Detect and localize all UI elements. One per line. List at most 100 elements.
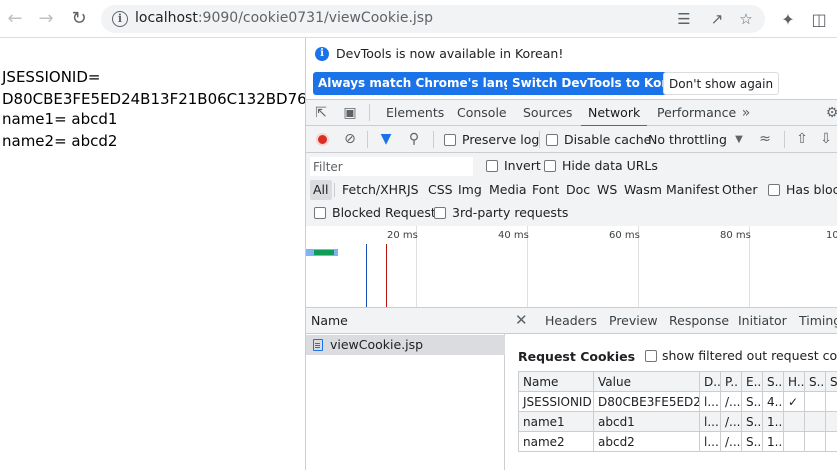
side-panel-icon[interactable]: ◫ bbox=[809, 9, 829, 29]
chevron-down-icon[interactable]: ▼ bbox=[729, 129, 749, 149]
tab-elements[interactable]: Elements bbox=[386, 100, 444, 126]
request-cookies-title: Request Cookies bbox=[518, 349, 636, 364]
cookie-row[interactable]: JSESSIONIDD80CBE3FE5ED2...l.../...S...4.… bbox=[518, 391, 837, 412]
device-toolbar-icon[interactable]: ▣ bbox=[340, 103, 360, 123]
filter-funnel-icon[interactable]: ▼ bbox=[376, 129, 396, 149]
url-host: localhost bbox=[135, 10, 198, 26]
timeline-tick-label: 60 ms bbox=[609, 230, 640, 241]
tab-initiator[interactable]: Initiator bbox=[738, 308, 787, 334]
share-icon[interactable]: ↗ bbox=[707, 9, 727, 29]
cookie-cell: l... bbox=[699, 431, 721, 452]
column-header[interactable]: Value bbox=[593, 371, 700, 392]
extensions-icon[interactable]: ✦ bbox=[778, 9, 798, 29]
import-har-icon[interactable]: ⇧ bbox=[792, 129, 812, 149]
column-header[interactable]: E.. bbox=[741, 371, 763, 392]
cookie-cell bbox=[783, 411, 805, 432]
divider bbox=[784, 131, 785, 148]
hide-data-urls-checkbox[interactable] bbox=[544, 160, 556, 172]
cookie-cell: name2 bbox=[518, 431, 594, 452]
network-overview-timeline[interactable]: 20 ms 40 ms 60 ms 80 ms 100 bbox=[306, 226, 837, 308]
inspect-element-icon[interactable]: ⇱ bbox=[311, 103, 331, 123]
dont-show-button[interactable]: Don't show again bbox=[663, 72, 780, 95]
cookie-cell: l... bbox=[699, 391, 721, 412]
disable-cache-checkbox[interactable] bbox=[546, 134, 558, 146]
type-filter-img[interactable]: Img bbox=[455, 180, 485, 200]
export-har-icon[interactable]: ⇩ bbox=[816, 129, 836, 149]
type-filter-css[interactable]: CSS bbox=[425, 180, 456, 200]
star-icon[interactable]: ☆ bbox=[736, 9, 756, 29]
request-detail-pane: ✕ Headers Preview Response Initiator Tim… bbox=[505, 308, 837, 470]
search-icon[interactable]: ⚲ bbox=[404, 129, 424, 149]
request-row[interactable]: viewCookie.jsp bbox=[306, 335, 505, 355]
column-header[interactable]: D.. bbox=[699, 371, 721, 392]
devtools-tabbar: ⇱ ▣ Elements Console Sources Network Per… bbox=[306, 99, 837, 127]
cookie-cell bbox=[783, 431, 805, 452]
language-infobar: i DevTools is now available in Korean! A… bbox=[306, 38, 837, 100]
settings-gear-icon[interactable]: ⚙ bbox=[822, 103, 837, 123]
tab-headers[interactable]: Headers bbox=[545, 308, 597, 334]
name-column-header[interactable]: Name bbox=[306, 308, 505, 334]
type-filter-other[interactable]: Other bbox=[719, 180, 761, 200]
tab-response[interactable]: Response bbox=[669, 308, 729, 334]
network-conditions-icon[interactable]: ≈ bbox=[755, 129, 775, 149]
divider bbox=[433, 131, 434, 148]
cookie-cell: /... bbox=[720, 431, 742, 452]
blocked-requests-checkbox[interactable] bbox=[314, 207, 326, 219]
back-icon[interactable]: ← bbox=[4, 8, 26, 30]
show-filtered-checkbox[interactable] bbox=[645, 350, 657, 362]
cookie-cell: /... bbox=[720, 411, 742, 432]
type-filter-manifest[interactable]: Manifest bbox=[663, 180, 722, 200]
tab-timing[interactable]: Timing bbox=[799, 308, 837, 334]
third-party-label: 3rd-party requests bbox=[452, 205, 569, 220]
type-filter-media[interactable]: Media bbox=[486, 180, 530, 200]
record-stop-icon[interactable] bbox=[312, 129, 332, 149]
clear-icon[interactable]: ⊘ bbox=[340, 129, 360, 149]
url-text[interactable]: localhost:9090/cookie0731/viewCookie.jsp bbox=[135, 10, 433, 26]
timeline-tick-label: 100 bbox=[826, 230, 837, 241]
type-filter-doc[interactable]: Doc bbox=[563, 180, 593, 200]
translate-icon[interactable]: ☰ bbox=[674, 9, 694, 29]
reload-icon[interactable]: ↻ bbox=[68, 8, 90, 30]
invert-checkbox[interactable] bbox=[486, 160, 498, 172]
tab-console[interactable]: Console bbox=[457, 100, 507, 126]
address-bar[interactable]: i localhost:9090/cookie0731/viewCookie.j… bbox=[101, 5, 765, 33]
has-blocked-label: Has blocked bbox=[786, 182, 837, 197]
info-icon[interactable]: i bbox=[112, 11, 128, 27]
column-header[interactable]: P.. bbox=[720, 371, 742, 392]
column-header[interactable]: S.. bbox=[762, 371, 784, 392]
type-filter-wasm[interactable]: Wasm bbox=[621, 180, 665, 200]
tab-sources[interactable]: Sources bbox=[523, 100, 572, 126]
throttling-select[interactable]: No throttling bbox=[648, 132, 727, 147]
type-filter-fetch-xhr[interactable]: Fetch/XHR bbox=[339, 180, 410, 200]
tab-performance[interactable]: Performance bbox=[657, 100, 736, 126]
type-filter-js[interactable]: JS bbox=[404, 180, 422, 200]
forward-icon[interactable]: → bbox=[35, 8, 57, 30]
cookie-cell: JSESSIONID bbox=[518, 391, 594, 412]
filter-input[interactable] bbox=[310, 157, 473, 176]
devtools-panel: i DevTools is now available in Korean! A… bbox=[305, 38, 837, 470]
third-party-checkbox[interactable] bbox=[434, 207, 446, 219]
cookie-cell bbox=[804, 391, 826, 412]
cookie-row[interactable]: name2abcd2l.../...S...1... bbox=[518, 431, 837, 452]
type-filter-all[interactable]: All bbox=[310, 180, 332, 200]
cookie-cell: S... bbox=[741, 391, 763, 412]
divider bbox=[334, 183, 335, 197]
more-tabs-icon[interactable]: » bbox=[736, 103, 756, 123]
close-icon[interactable]: ✕ bbox=[515, 311, 528, 329]
info-circle-icon: i bbox=[315, 47, 329, 61]
infobar-message: DevTools is now available in Korean! bbox=[336, 46, 564, 61]
document-icon bbox=[313, 339, 323, 351]
preserve-log-checkbox[interactable] bbox=[444, 134, 456, 146]
type-filter-ws[interactable]: WS bbox=[594, 180, 620, 200]
type-filter-font[interactable]: Font bbox=[529, 180, 562, 200]
tab-network[interactable]: Network bbox=[580, 100, 648, 127]
column-header[interactable]: S.. bbox=[825, 371, 837, 392]
column-header[interactable]: H.. bbox=[783, 371, 805, 392]
cookie-cell: S... bbox=[741, 431, 763, 452]
column-header[interactable]: S.. bbox=[804, 371, 826, 392]
network-toolbar: ⊘ ▼ ⚲ Preserve log Disable cache No thro… bbox=[306, 126, 837, 153]
cookie-row[interactable]: name1abcd1l.../...S...1... bbox=[518, 411, 837, 432]
tab-preview[interactable]: Preview bbox=[609, 308, 658, 334]
has-blocked-checkbox[interactable] bbox=[768, 184, 780, 196]
column-header[interactable]: Name bbox=[518, 371, 594, 392]
